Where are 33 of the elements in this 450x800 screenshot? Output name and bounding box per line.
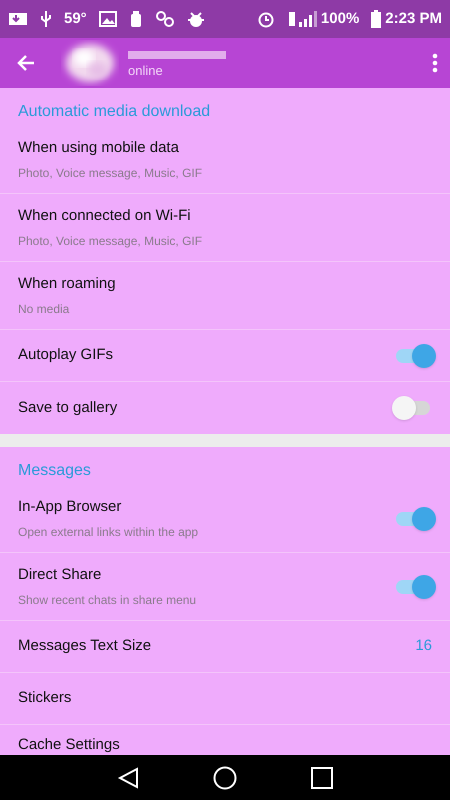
status-subtitle: online xyxy=(128,64,164,76)
setting-title: In-App Browser xyxy=(18,497,122,518)
setting-description: Show recent chats in share menu xyxy=(18,592,198,609)
setting-title: Stickers xyxy=(18,688,72,708)
section-header: Automatic media download xyxy=(18,102,210,122)
battery-icon xyxy=(371,10,382,28)
temperature-text: 59° xyxy=(64,8,87,29)
more-icon[interactable] xyxy=(432,53,438,73)
setting-description: Open external links within the app xyxy=(18,524,200,541)
section-header: Messages xyxy=(18,461,91,481)
usb-icon xyxy=(40,10,52,28)
setting-description: Photo, Voice message, Music, GIF xyxy=(18,232,204,250)
setting-description: Photo, Voice message, Music, GIF xyxy=(18,164,204,182)
bug-icon xyxy=(186,10,205,28)
recents-icon[interactable] xyxy=(311,766,333,788)
setting-title: Autoplay GIFs xyxy=(18,345,114,366)
alarm-icon xyxy=(256,10,275,28)
clock: 2:23 PM xyxy=(385,8,442,29)
home-icon[interactable] xyxy=(213,766,237,790)
setting-title: Messages Text Size xyxy=(18,636,152,656)
image-icon xyxy=(98,11,117,27)
setting-value: 16 xyxy=(415,636,432,656)
download-icon xyxy=(8,11,28,27)
setting-title: Save to gallery xyxy=(18,398,118,418)
setting-title: When using mobile data xyxy=(18,138,180,158)
setting-description: No media xyxy=(18,300,70,318)
setting-title: When connected on Wi-Fi xyxy=(18,206,192,226)
setting-title: Direct Share xyxy=(18,565,102,586)
battery-percent: 100% xyxy=(320,8,360,29)
back-icon[interactable] xyxy=(117,766,139,788)
setting-title: When roaming xyxy=(18,274,117,294)
setting-title: Cache Settings xyxy=(18,735,121,755)
signal-icon xyxy=(286,10,317,28)
